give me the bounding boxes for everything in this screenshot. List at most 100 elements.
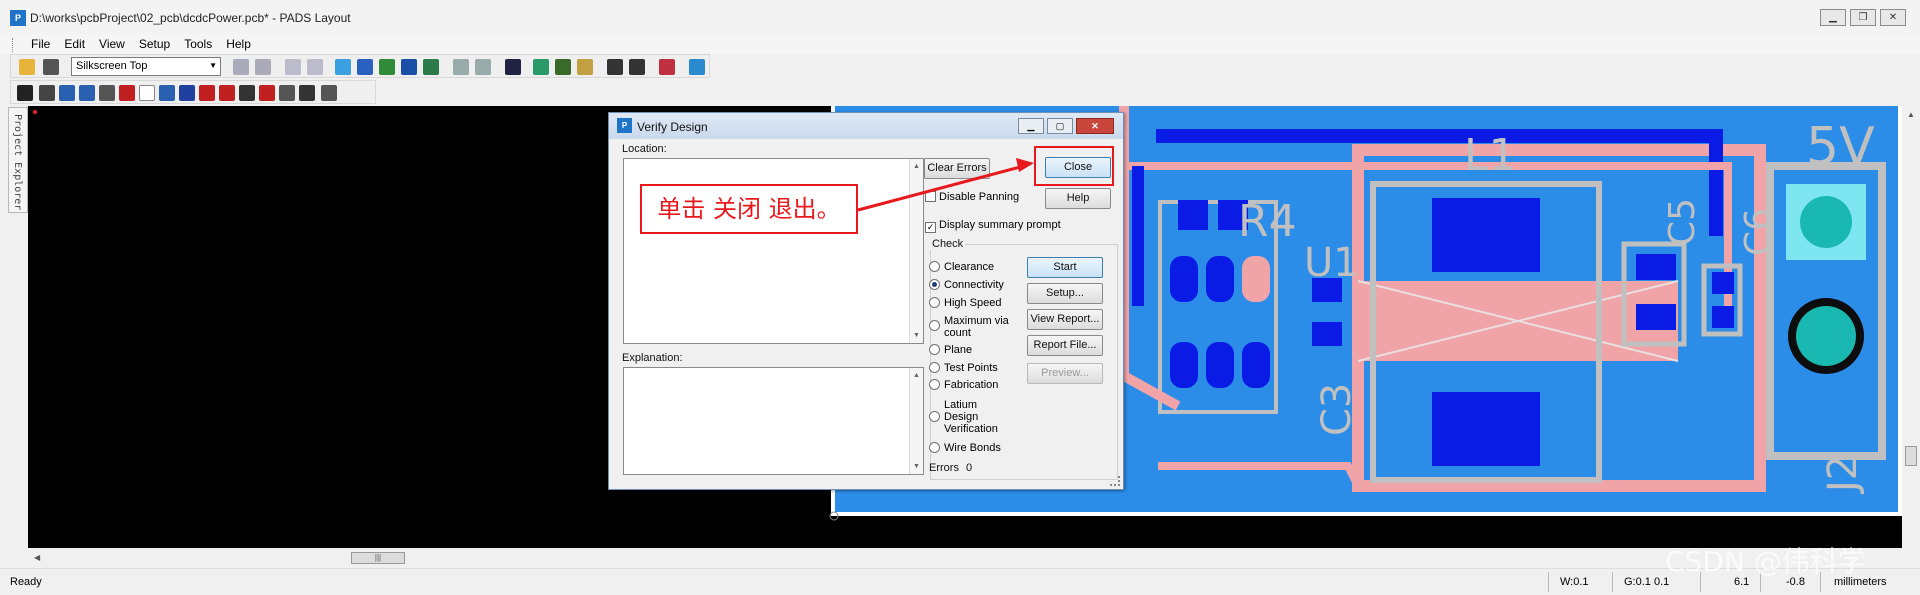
property-icon[interactable] — [321, 85, 337, 101]
component-icon[interactable] — [279, 85, 295, 101]
annotation-callout: 单击 关闭 退出。 — [640, 184, 858, 234]
drafting-toolbar-icon[interactable] — [357, 59, 373, 75]
save-icon[interactable] — [43, 59, 59, 75]
menu-bar: File Edit View Setup Tools Help — [0, 34, 1920, 54]
redo-icon[interactable] — [475, 59, 491, 75]
radio-connectivity-label: Connectivity — [944, 279, 1004, 291]
clean-icon[interactable] — [577, 59, 593, 75]
scroll-up-icon[interactable]: ▲ — [1907, 110, 1915, 119]
redraw-icon[interactable] — [255, 59, 271, 75]
explanation-scrollbar[interactable]: ▲ ▼ — [909, 368, 923, 474]
text-icon[interactable] — [139, 85, 155, 101]
report-file-button[interactable]: Report File... — [1027, 335, 1103, 356]
design-toolbar-icon[interactable] — [335, 59, 351, 75]
report-icon[interactable] — [607, 59, 623, 75]
minimize-button[interactable]: ▁ — [1820, 9, 1846, 26]
dimension-toolbar-icon[interactable] — [423, 59, 439, 75]
start-button[interactable]: Start — [1027, 257, 1103, 278]
radio-clearance-label: Clearance — [944, 261, 995, 273]
view-report-button[interactable]: View Report... — [1027, 309, 1103, 330]
dxf-icon[interactable] — [299, 85, 315, 101]
library-icon[interactable] — [239, 85, 255, 101]
disable-panning-label: Disable Panning — [939, 191, 1020, 203]
layer-select[interactable]: Silkscreen Top ▼ — [71, 57, 221, 76]
checkmark-icon: ✓ — [925, 222, 936, 233]
menu-file[interactable]: File — [24, 34, 57, 54]
c3-pad-b — [1312, 322, 1342, 346]
copper-icon[interactable] — [79, 85, 95, 101]
display-colors-icon[interactable] — [555, 59, 571, 75]
menu-help[interactable]: Help — [219, 34, 258, 54]
flood-icon[interactable] — [179, 85, 195, 101]
setup-button[interactable]: Setup... — [1027, 283, 1103, 304]
u1-pad-5 — [1206, 342, 1234, 388]
scroll-down-icon[interactable]: ▼ — [913, 463, 920, 470]
select-icon[interactable] — [17, 85, 33, 101]
2d-line-icon[interactable] — [159, 85, 175, 101]
scroll-up-icon[interactable]: ▲ — [913, 372, 920, 379]
radio-latium-label: Latium Design Verification — [944, 399, 998, 435]
auto-plane-icon[interactable] — [219, 85, 235, 101]
window-title: D:\works\pcbProject\02_pcb\dcdcPower.pcb… — [30, 11, 351, 25]
dialog-minimize-button[interactable]: ▁ — [1018, 118, 1044, 134]
u1-pad-4 — [1170, 342, 1198, 388]
project-explorer-label: Project Explorer — [12, 114, 23, 211]
disable-panning-checkbox[interactable]: Disable Panning — [925, 191, 1019, 203]
menu-edit[interactable]: Edit — [57, 34, 92, 54]
scroll-up-icon[interactable]: ▲ — [913, 163, 920, 170]
vertical-scrollbar[interactable]: ▲ — [1902, 106, 1920, 548]
location-label: Location: — [622, 143, 667, 155]
ecо-toolbar-icon[interactable] — [379, 59, 395, 75]
clear-errors-button[interactable]: Clear Errors — [924, 158, 990, 179]
j2-pin2-pad — [1796, 306, 1856, 366]
display-summary-checkbox[interactable]: ✓ Display summary prompt — [925, 219, 1061, 233]
radio-fabrication-label: Fabrication — [944, 379, 999, 391]
vscroll-thumb[interactable] — [1905, 446, 1917, 466]
copy-icon[interactable] — [285, 59, 301, 75]
restore-button[interactable]: ❐ — [1850, 9, 1876, 26]
horizontal-scrollbar[interactable]: ◀ ||| — [28, 548, 1902, 568]
menu-setup[interactable]: Setup — [132, 34, 177, 54]
scroll-left-icon[interactable]: ◀ — [34, 553, 40, 562]
zoom-icon[interactable] — [505, 59, 521, 75]
resize-grip-icon[interactable] — [1110, 476, 1120, 486]
menu-tools[interactable]: Tools — [177, 34, 219, 54]
import-icon[interactable] — [259, 85, 275, 101]
cutout-icon[interactable] — [99, 85, 115, 101]
window-icon[interactable] — [629, 59, 645, 75]
c6-pad-a — [1712, 272, 1734, 294]
select-mode-icon[interactable] — [39, 85, 55, 101]
c6-pad-b — [1712, 306, 1734, 328]
layer-view-icon[interactable] — [533, 59, 549, 75]
explanation-box[interactable]: ▲ ▼ — [623, 367, 924, 475]
status-grid: G:0.1 0.1 — [1624, 576, 1670, 588]
properties-icon[interactable] — [233, 59, 249, 75]
scroll-down-icon[interactable]: ▼ — [913, 332, 920, 339]
location-scrollbar[interactable]: ▲ ▼ — [909, 159, 923, 343]
label-c6: C6 — [1738, 208, 1779, 256]
errors-label: Errors — [929, 462, 959, 474]
hscroll-thumb[interactable]: ||| — [351, 552, 405, 564]
close-window-button[interactable]: ✕ — [1880, 9, 1906, 26]
dialog-maximize-button[interactable]: ▢ — [1047, 118, 1073, 134]
router-link-icon[interactable] — [689, 59, 705, 75]
plane-area-icon[interactable] — [199, 85, 215, 101]
open-file-icon[interactable] — [19, 59, 35, 75]
verify-design-icon[interactable] — [659, 59, 675, 75]
standard-toolbar: Silkscreen Top ▼ — [10, 54, 710, 78]
u1-pad-1 — [1170, 256, 1198, 302]
radio-icon — [929, 379, 940, 390]
board-outline-icon[interactable] — [59, 85, 75, 101]
errors-count: 0 — [966, 462, 973, 474]
status-width: W:0.1 — [1560, 576, 1589, 588]
paste-icon[interactable] — [307, 59, 323, 75]
help-button[interactable]: Help — [1045, 188, 1111, 209]
dialog-close-x-button[interactable]: ✕ — [1076, 118, 1114, 134]
radio-high-speed-label: High Speed — [944, 297, 1002, 309]
project-explorer-tab[interactable]: Project Explorer — [8, 107, 28, 213]
menu-view[interactable]: View — [92, 34, 132, 54]
dialog-title-bar: P Verify Design ▁ ▢ ✕ — [609, 113, 1123, 139]
keepout-icon[interactable] — [119, 85, 135, 101]
route-toolbar-icon[interactable] — [401, 59, 417, 75]
undo-icon[interactable] — [453, 59, 469, 75]
